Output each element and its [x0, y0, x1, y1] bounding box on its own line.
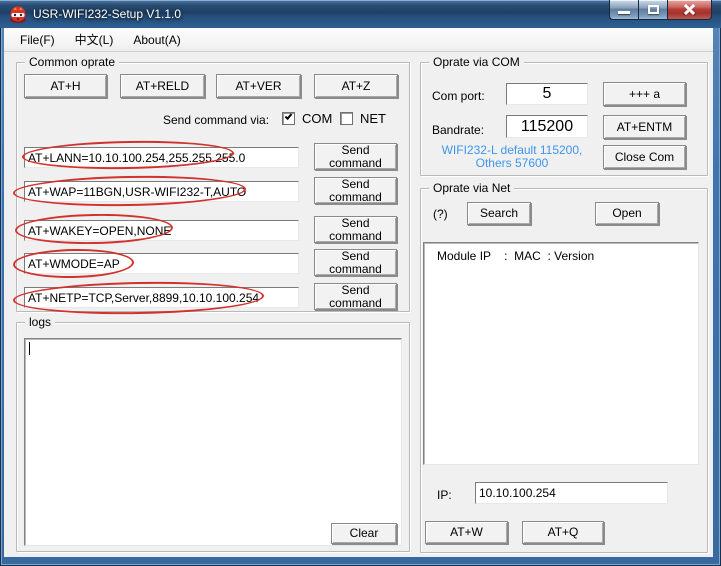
- com-group-title: Oprate via COM: [429, 55, 524, 69]
- module-list-header: Module IP : MAC : Version: [437, 249, 594, 263]
- menu-file[interactable]: File(F): [10, 30, 65, 50]
- at-reld-button[interactable]: AT+RELD: [120, 74, 205, 98]
- send-command-button-3[interactable]: Send command: [314, 216, 397, 243]
- command-input-wakey[interactable]: [24, 220, 299, 241]
- at-entm-button[interactable]: AT+ENTM: [603, 115, 686, 139]
- com-checkbox-label: COM: [302, 111, 332, 126]
- at-ver-button[interactable]: AT+VER: [216, 74, 301, 98]
- com-port-input[interactable]: [506, 83, 588, 105]
- command-input-wap[interactable]: [24, 181, 299, 202]
- ip-input[interactable]: [475, 482, 668, 504]
- maximize-icon: [648, 5, 659, 14]
- net-checkbox[interactable]: [340, 112, 353, 125]
- logs-title: logs: [25, 315, 55, 329]
- command-input-wmode[interactable]: [24, 253, 299, 274]
- at-q-button[interactable]: AT+Q: [522, 521, 604, 544]
- menu-language[interactable]: 中文(L): [65, 28, 124, 51]
- plus-plus-plus-a-button[interactable]: +++ a: [603, 82, 686, 106]
- app-icon: [9, 5, 27, 23]
- baudrate-hint: WIFI232-L default 115200, Others 57600: [424, 144, 600, 170]
- baudrate-hint-line2: Others 57600: [424, 157, 600, 170]
- module-list[interactable]: Module IP : MAC : Version: [423, 242, 699, 465]
- common-oprate-title: Common oprate: [25, 55, 119, 69]
- at-h-button[interactable]: AT+H: [24, 74, 107, 98]
- search-button[interactable]: Search: [467, 202, 531, 225]
- maximize-button[interactable]: [638, 0, 668, 20]
- app-window: USR-WIFI232-Setup V1.1.0 File(F) 中文(L) A…: [0, 0, 721, 566]
- send-command-button-4[interactable]: Send command: [314, 249, 397, 276]
- title-bar[interactable]: USR-WIFI232-Setup V1.1.0: [0, 0, 721, 28]
- com-port-label: Com port:: [432, 89, 485, 103]
- bandrate-label: Bandrate:: [432, 123, 484, 137]
- close-button[interactable]: [668, 0, 712, 20]
- ip-label: IP:: [437, 488, 452, 502]
- bandrate-input[interactable]: [506, 115, 588, 138]
- send-command-button-2[interactable]: Send command: [314, 177, 397, 204]
- client-area: Common oprate AT+H AT+RELD AT+VER AT+Z S…: [4, 52, 713, 557]
- net-group-title: Oprate via Net: [429, 181, 514, 195]
- window-title: USR-WIFI232-Setup V1.1.0: [33, 7, 181, 21]
- logs-textarea[interactable]: [24, 338, 402, 546]
- send-command-button-1[interactable]: Send command: [314, 143, 397, 170]
- close-com-button[interactable]: Close Com: [603, 145, 686, 169]
- send-via-label: Send command via:: [163, 113, 269, 127]
- clear-logs-button[interactable]: Clear: [331, 523, 397, 544]
- command-input-netp[interactable]: [24, 287, 299, 308]
- minimize-button[interactable]: [609, 0, 638, 20]
- menu-about[interactable]: About(A): [123, 30, 190, 50]
- checkmark-icon: [285, 112, 293, 120]
- at-w-button[interactable]: AT+W: [425, 521, 508, 544]
- open-button[interactable]: Open: [595, 202, 659, 225]
- com-checkbox[interactable]: [282, 112, 295, 125]
- close-icon: [683, 4, 696, 15]
- minimize-icon: [618, 11, 630, 14]
- menu-bar: File(F) 中文(L) About(A): [4, 28, 713, 52]
- command-input-lann[interactable]: [24, 147, 299, 168]
- net-checkbox-label: NET: [360, 111, 386, 126]
- text-caret: [29, 342, 30, 355]
- at-z-button[interactable]: AT+Z: [314, 74, 398, 98]
- help-label[interactable]: (?): [433, 207, 448, 221]
- send-command-button-5[interactable]: Send command: [314, 283, 397, 310]
